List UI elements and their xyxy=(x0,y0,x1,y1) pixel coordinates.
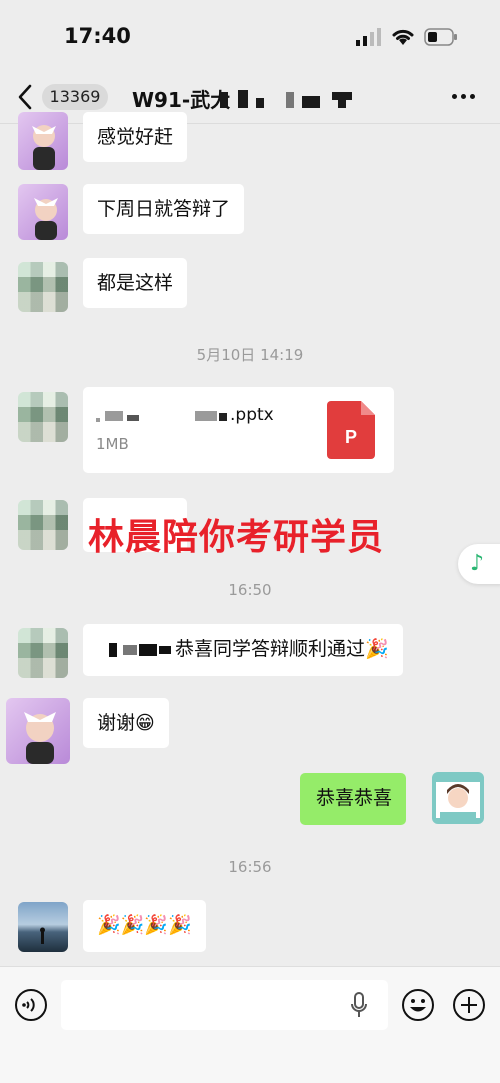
sender-avatar[interactable] xyxy=(18,184,68,240)
emoji-icon[interactable] xyxy=(401,988,435,1022)
text-redaction xyxy=(109,642,117,657)
plus-icon[interactable] xyxy=(452,988,486,1022)
sender-avatar[interactable] xyxy=(18,628,68,678)
my-avatar[interactable] xyxy=(432,772,484,824)
my-message-bubble[interactable]: 恭喜恭喜 xyxy=(300,773,407,825)
watermark-overlay-text: 林晨陪你考研学员 xyxy=(88,517,385,558)
file-name: .pptx xyxy=(230,405,274,425)
message-bubble[interactable]: 🎉🎉🎉🎉 xyxy=(83,900,206,952)
chevron-left-icon[interactable] xyxy=(14,82,36,112)
file-size: 1MB xyxy=(96,435,129,453)
message-bubble[interactable]: 感觉好赶 xyxy=(83,112,188,162)
title-redaction xyxy=(212,84,360,110)
status-bar: 17:40 xyxy=(0,0,500,72)
wifi-icon xyxy=(392,29,414,45)
message-timestamp: 16:50 xyxy=(228,581,272,599)
message-bubble[interactable]: 恭喜同学答辩顺利通过🎉 xyxy=(83,624,403,676)
message-timestamp: 16:56 xyxy=(228,858,272,876)
ppt-file-icon: P xyxy=(327,401,375,459)
message-bubble[interactable]: 谢谢😁 xyxy=(83,698,169,748)
ppt-icon-letter: P xyxy=(345,427,357,447)
message-text: 恭喜同学答辩顺利通过🎉 xyxy=(175,638,389,660)
signal-icon xyxy=(356,28,381,46)
music-float-button[interactable]: ♪ xyxy=(458,544,500,584)
sender-avatar[interactable] xyxy=(18,262,68,312)
music-note-icon: ♪ xyxy=(470,551,485,576)
message-bubble[interactable]: 都是这样 xyxy=(83,258,188,308)
battery-icon xyxy=(424,28,457,46)
message-input[interactable] xyxy=(61,980,388,1030)
sender-avatar[interactable] xyxy=(18,112,68,170)
sender-avatar[interactable] xyxy=(18,902,68,952)
status-time: 17:40 xyxy=(64,24,131,48)
sender-avatar[interactable] xyxy=(18,500,68,550)
more-dots-icon[interactable] xyxy=(452,94,476,100)
sender-avatar[interactable] xyxy=(18,392,68,442)
file-message-card[interactable]: .pptx 1MB P xyxy=(83,387,394,473)
voice-icon[interactable] xyxy=(14,988,48,1022)
chat-header: 13369 W91-武大 xyxy=(0,72,500,124)
unread-count-badge[interactable]: 13369 xyxy=(42,84,108,110)
message-timestamp: 5月10日 14:19 xyxy=(196,346,304,364)
microphone-icon[interactable] xyxy=(350,992,368,1018)
sender-avatar[interactable] xyxy=(6,698,70,764)
message-bubble[interactable]: 下周日就答辩了 xyxy=(83,184,245,234)
chat-input-bar xyxy=(0,966,500,1083)
